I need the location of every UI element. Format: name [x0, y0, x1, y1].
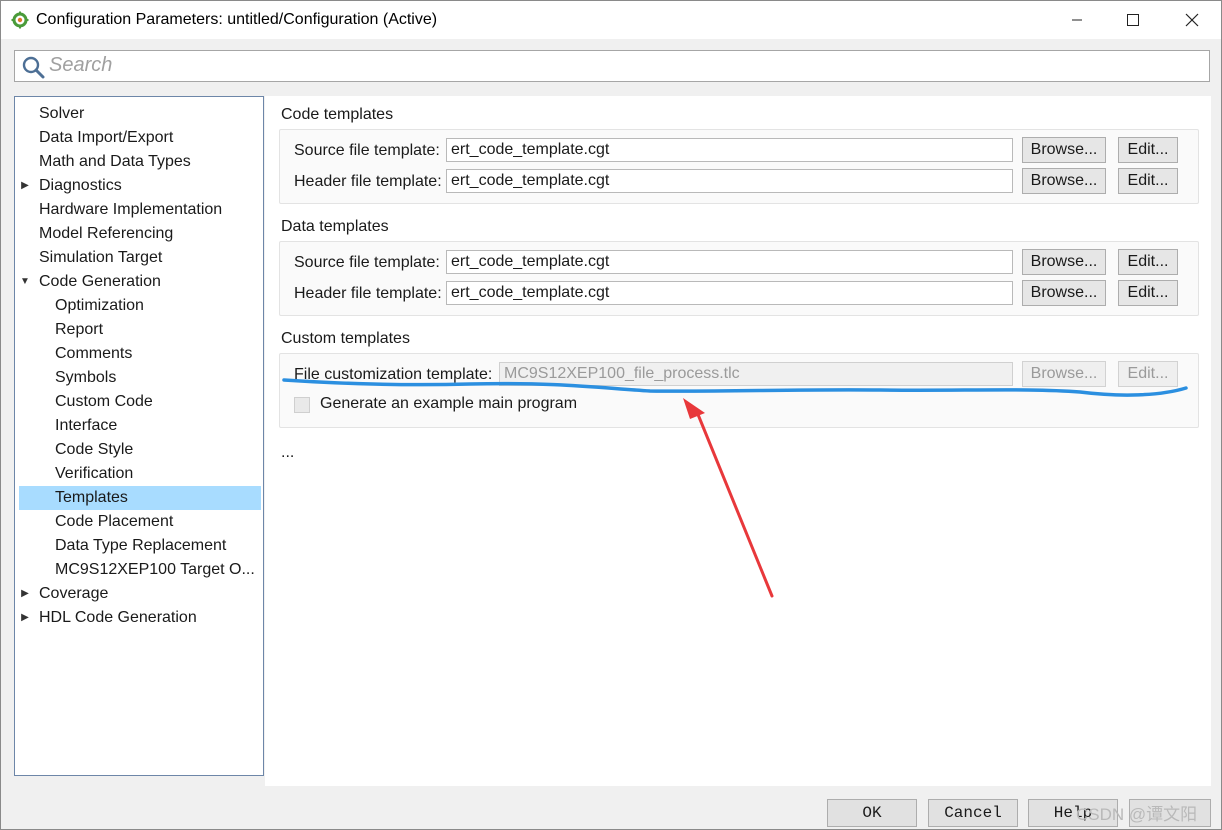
tree-item[interactable]: Optimization: [19, 294, 261, 318]
expanded-arrow-icon[interactable]: ▼: [19, 270, 31, 294]
code-source-browse-button[interactable]: Browse...: [1022, 137, 1106, 163]
data-header-label: Header file template:: [294, 285, 442, 302]
tree-item-label: HDL Code Generation: [39, 609, 197, 626]
tree-item[interactable]: Hardware Implementation: [19, 198, 261, 222]
data-source-browse-button[interactable]: Browse...: [1022, 249, 1106, 275]
tree-item[interactable]: Interface: [19, 414, 261, 438]
tree-item-label: Report: [55, 321, 104, 338]
tree-item-label: Data Type Replacement: [55, 537, 227, 554]
tree-item-label: Comments: [55, 345, 133, 362]
close-icon: [1185, 13, 1199, 27]
file-customization-edit-button[interactable]: Edit...: [1118, 361, 1178, 387]
tree-item[interactable]: ▶ Coverage: [19, 582, 261, 606]
tree-item-label: Data Import/Export: [39, 129, 174, 146]
data-header-edit-button[interactable]: Edit...: [1118, 280, 1178, 306]
collapsed-arrow-icon[interactable]: ▶: [19, 174, 31, 198]
data-source-template-field[interactable]: [446, 250, 1013, 274]
data-templates-title: Data templates: [281, 218, 389, 235]
tree-item[interactable]: ▼ Code Generation: [19, 270, 261, 294]
templates-pane: Code templates Source file template: Bro…: [265, 96, 1211, 786]
ok-button[interactable]: OK: [827, 799, 917, 827]
tree-item-label: Optimization: [55, 297, 144, 314]
search-row: [1, 39, 1221, 95]
category-tree[interactable]: Solver Data Import/Export Math and Data Ty…: [14, 96, 264, 776]
code-header-edit-button[interactable]: Edit...: [1118, 168, 1178, 194]
tree-item[interactable]: Data Type Replacement: [19, 534, 261, 558]
custom-templates-group: File customization template: Browse... E…: [279, 353, 1199, 428]
code-source-edit-button[interactable]: Edit...: [1118, 137, 1178, 163]
maximize-button[interactable]: [1106, 1, 1160, 39]
minimize-icon: [1072, 19, 1082, 21]
tree-item-label: Code Style: [55, 441, 134, 458]
title-bar: Configuration Parameters: untitled/Confi…: [1, 1, 1221, 39]
tree-item-label: Verification: [55, 465, 134, 482]
file-customization-template-field[interactable]: [499, 362, 1013, 386]
tree-item-label: Math and Data Types: [39, 153, 191, 170]
window-title: Configuration Parameters: untitled/Confi…: [36, 11, 438, 28]
collapsed-arrow-icon[interactable]: ▶: [19, 606, 31, 630]
generate-main-checkbox[interactable]: [294, 397, 310, 413]
code-header-browse-button[interactable]: Browse...: [1022, 168, 1106, 194]
collapsed-arrow-icon[interactable]: ▶: [19, 582, 31, 606]
more-options-ellipsis: ...: [281, 444, 295, 461]
tree-item[interactable]: MC9S12XEP100 Target O...: [19, 558, 261, 582]
maximize-icon: [1127, 14, 1139, 26]
code-templates-title: Code templates: [281, 106, 394, 123]
tree-item-label: MC9S12XEP100 Target O...: [55, 561, 255, 578]
search-input[interactable]: [49, 53, 1199, 77]
data-header-browse-button[interactable]: Browse...: [1022, 280, 1106, 306]
tree-item[interactable]: ▶ Diagnostics: [19, 174, 261, 198]
matlab-app-icon: [11, 11, 29, 29]
tree-item[interactable]: ▶ HDL Code Generation: [19, 606, 261, 630]
code-header-template-field[interactable]: [446, 169, 1013, 193]
tree-item-label: Interface: [55, 417, 118, 434]
generate-main-label: Generate an example main program: [320, 395, 578, 412]
tree-item-label: Simulation Target: [39, 249, 163, 266]
data-source-edit-button[interactable]: Edit...: [1118, 249, 1178, 275]
tree-item-label: Model Referencing: [39, 225, 174, 242]
tree-item[interactable]: Report: [19, 318, 261, 342]
file-customization-label: File customization template:: [294, 366, 493, 383]
data-templates-group: Source file template: Browse... Edit... …: [279, 241, 1199, 316]
tree-item-label: Hardware Implementation: [39, 201, 223, 218]
cancel-button[interactable]: Cancel: [928, 799, 1018, 827]
data-header-template-field[interactable]: [446, 281, 1013, 305]
tree-item[interactable]: Solver: [19, 102, 261, 126]
tree-item-label: Symbols: [55, 369, 117, 386]
tree-item[interactable]: Simulation Target: [19, 246, 261, 270]
tree-item-label: Coverage: [39, 585, 109, 602]
tree-item-label: Templates: [55, 489, 128, 506]
tree-item[interactable]: Math and Data Types: [19, 150, 261, 174]
custom-templates-title: Custom templates: [281, 330, 410, 347]
csdn-watermark: CSDN @谭文阳: [1076, 805, 1198, 824]
close-button[interactable]: [1165, 1, 1219, 39]
tree-item[interactable]: Templates: [19, 486, 261, 510]
tree-item[interactable]: Comments: [19, 342, 261, 366]
minimize-button[interactable]: [1050, 1, 1104, 39]
code-source-template-field[interactable]: [446, 138, 1013, 162]
tree-item-label: Solver: [39, 105, 85, 122]
tree-item[interactable]: Custom Code: [19, 390, 261, 414]
tree-item-label: Diagnostics: [39, 177, 122, 194]
tree-item[interactable]: Model Referencing: [19, 222, 261, 246]
tree-item-label: Custom Code: [55, 393, 153, 410]
data-source-label: Source file template:: [294, 254, 440, 271]
tree-item[interactable]: Data Import/Export: [19, 126, 261, 150]
code-templates-group: Source file template: Browse... Edit... …: [279, 129, 1199, 204]
dialog-button-bar: OK Cancel Help: [1, 787, 1221, 829]
tree-item[interactable]: Code Style: [19, 438, 261, 462]
search-box[interactable]: [14, 50, 1210, 82]
tree-item-label: Code Placement: [55, 513, 174, 530]
search-icon: [21, 55, 45, 84]
tree-item-label: Code Generation: [39, 273, 161, 290]
file-customization-browse-button[interactable]: Browse...: [1022, 361, 1106, 387]
tree-item[interactable]: Symbols: [19, 366, 261, 390]
code-header-label: Header file template:: [294, 173, 442, 190]
tree-item[interactable]: Code Placement: [19, 510, 261, 534]
config-window: Configuration Parameters: untitled/Confi…: [0, 0, 1222, 830]
tree-item[interactable]: Verification: [19, 462, 261, 486]
code-source-label: Source file template:: [294, 142, 440, 159]
